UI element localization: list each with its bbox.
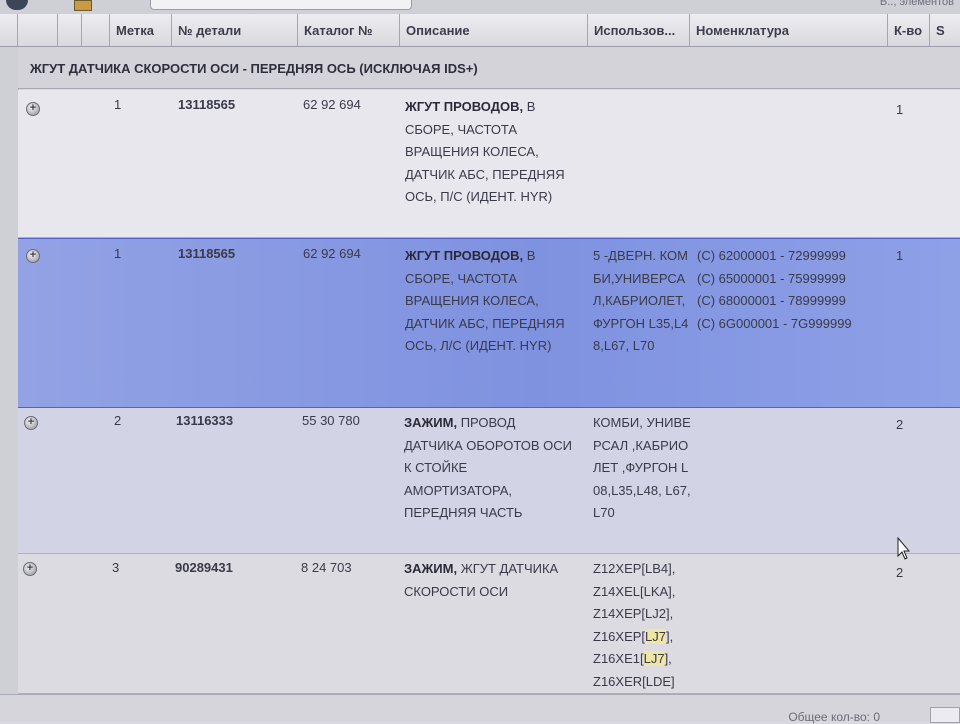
row-usage: Z12XEP[LB4], Z14XEL[LKA], Z14XEP[LJ2], Z… (593, 558, 693, 693)
usage-line: Z16XEP[LJ7], (593, 626, 693, 649)
total-count: Общее кол-во: 0 (788, 710, 880, 724)
header-usage[interactable]: Использов... (588, 14, 690, 46)
header-nomenclature[interactable]: Номенклатура (690, 14, 888, 46)
header-s[interactable]: S (930, 14, 960, 46)
row-part-number: 13118565 (178, 246, 236, 261)
row-description-text: ПРОВОД ДАТЧИКА ОБОРОТОВ ОСИ К СТОЙКЕ АМО… (404, 415, 572, 520)
row-qty: 1 (896, 248, 904, 263)
usage-highlight: LJ7 (643, 651, 665, 666)
row-catalog-number: 62 92 694 (303, 246, 361, 261)
table-row-selected[interactable]: + 1 13118565 62 92 694 ЖГУТ ПРОВОДОВ, В … (18, 238, 960, 408)
row-description-title: ЗАЖИМ, (404, 561, 458, 576)
row-usage: 5 -ДВЕРН. КОМБИ,УНИВЕРСАЛ,КАБРИОЛЕТ,ФУРГ… (593, 248, 689, 353)
usage-line: Z16XE1[LJ7], (593, 648, 693, 671)
row-mark: 1 (114, 246, 122, 261)
row-mark: 3 (112, 560, 120, 575)
table-row[interactable]: + 3 90289431 8 24 703 ЗАЖИМ, ЖГУТ ДАТЧИК… (18, 554, 960, 694)
expand-icon[interactable]: + (26, 249, 40, 263)
row-qty: 1 (896, 102, 904, 117)
header-qty[interactable]: К-во (888, 14, 930, 46)
header-blank-1 (0, 14, 18, 46)
row-part-number: 13118565 (178, 97, 236, 112)
usage-highlight: LJ7 (645, 628, 666, 644)
row-part-number: 90289431 (175, 560, 233, 575)
nomenclature-line: (C) 68000001 - 78999999 (697, 293, 846, 308)
row-qty: 2 (896, 565, 904, 580)
row-usage: КОМБИ, УНИВЕРСАЛ ,КАБРИОЛЕТ ,ФУРГОН L08,… (593, 415, 691, 520)
table-row[interactable]: + 2 13116333 55 30 780 ЗАЖИМ, ПРОВОД ДАТ… (18, 408, 960, 554)
table-row[interactable]: + 1 13118565 62 92 694 ЖГУТ ПРОВОДОВ, В … (18, 90, 960, 238)
usage-text: ], (664, 651, 672, 666)
usage-line: Z14XEP[LJ2], (593, 606, 674, 621)
expand-icon[interactable]: + (26, 102, 40, 116)
nomenclature-line: (C) 65000001 - 75999999 (697, 270, 846, 286)
usage-text: Z16XEP[ (593, 628, 646, 644)
row-selector-strip (0, 47, 19, 720)
row-description: ЗАЖИМ, ЖГУТ ДАТЧИКА СКОРОСТИ ОСИ (404, 558, 574, 603)
row-nomenclature: (C) 62000001 - 72999999 (C) 65000001 - 7… (697, 245, 897, 335)
nomenclature-line: (C) 6G000001 - 7G999999 (697, 315, 852, 331)
usage-line: Z14XEL[LKA], (593, 583, 676, 599)
folder-icon[interactable] (74, 0, 92, 11)
row-description: ЗАЖИМ, ПРОВОД ДАТЧИКА ОБОРОТОВ ОСИ К СТО… (404, 412, 574, 525)
row-description-text: В СБОРЕ, ЧАСТОТА ВРАЩЕНИЯ КОЛЕСА, ДАТЧИК… (405, 99, 565, 204)
expand-icon[interactable]: + (24, 416, 38, 430)
row-description-title: ЖГУТ ПРОВОДОВ, (405, 99, 524, 114)
row-catalog-number: 8 24 703 (301, 560, 352, 575)
usage-text: Z16XE1[ (593, 651, 644, 666)
usage-line: Z16XER[LDE] (593, 673, 675, 689)
table-header: Метка № детали Каталог № Описание Исполь… (0, 14, 960, 47)
usage-text: ], (666, 628, 674, 644)
group-title: ЖГУТ ДАТЧИКА СКОРОСТИ ОСИ - ПЕРЕДНЯЯ ОСЬ… (18, 47, 960, 89)
header-part-number[interactable]: № детали (172, 14, 298, 46)
header-blank-4 (82, 14, 110, 46)
usage-line: Z12XEP[LB4], (593, 561, 676, 576)
header-mark[interactable]: Метка (110, 14, 172, 46)
header-catalog-number[interactable]: Каталог № (298, 14, 400, 46)
header-blank-3 (58, 14, 82, 46)
row-part-number: 13116333 (176, 413, 234, 428)
row-description-text: В СБОРЕ, ЧАСТОТА ВРАЩЕНИЯ КОЛЕСА, ДАТЧИК… (405, 248, 565, 353)
row-description: ЖГУТ ПРОВОДОВ, В СБОРЕ, ЧАСТОТА ВРАЩЕНИЯ… (405, 245, 575, 358)
header-description[interactable]: Описание (400, 14, 588, 46)
row-mark: 1 (114, 97, 122, 112)
footer-button[interactable] (930, 707, 960, 723)
row-description-title: ЗАЖИМ, (404, 415, 458, 430)
row-qty: 2 (896, 417, 904, 432)
toolbar: В.., элементов (0, 0, 960, 15)
mouse-pointer-icon (897, 537, 911, 560)
row-description-title: ЖГУТ ПРОВОДОВ, (405, 248, 524, 263)
header-blank-2 (18, 14, 58, 46)
search-input[interactable] (150, 0, 412, 10)
expand-icon[interactable]: + (23, 562, 37, 576)
row-description: ЖГУТ ПРОВОДОВ, В СБОРЕ, ЧАСТОТА ВРАЩЕНИЯ… (405, 96, 575, 209)
app-logo-icon[interactable] (6, 0, 28, 10)
row-catalog-number: 62 92 694 (303, 97, 361, 112)
row-mark: 2 (114, 413, 122, 428)
row-catalog-number: 55 30 780 (302, 413, 360, 428)
elements-count: В.., элементов (879, 0, 954, 8)
status-bar: Общее кол-во: 0 (0, 694, 960, 724)
nomenclature-line: (C) 62000001 - 72999999 (697, 248, 846, 263)
